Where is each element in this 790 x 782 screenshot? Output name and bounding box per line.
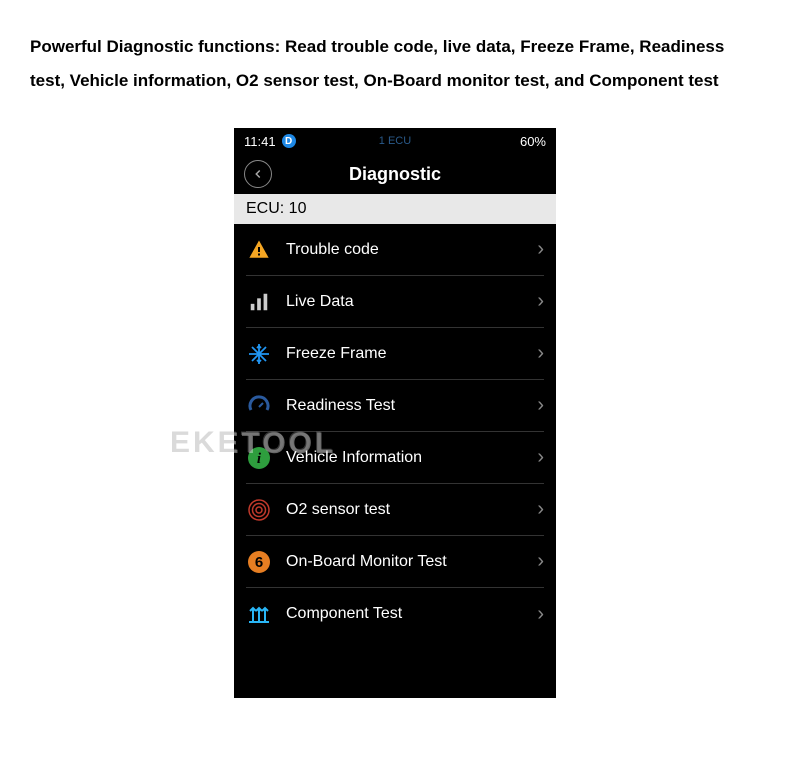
menu-item-freeze-frame[interactable]: Freeze Frame › [246,328,544,380]
menu-item-o2-sensor[interactable]: O2 sensor test › [246,484,544,536]
menu-label: Trouble code [286,241,523,259]
menu-item-live-data[interactable]: Live Data › [246,276,544,328]
chevron-right-icon: › [537,603,544,626]
menu-label: Vehicle Information [286,449,523,467]
info-icon: i [246,445,272,471]
section-header: ECU: 10 [234,194,556,224]
menu-label: Freeze Frame [286,345,523,363]
nav-bar: Diagnostic [234,154,556,194]
menu-item-readiness-test[interactable]: Readiness Test › [246,380,544,432]
menu-item-trouble-code[interactable]: Trouble code › [246,224,544,276]
svg-text:6: 6 [255,554,263,571]
status-battery: 60% [520,134,546,149]
nav-title: Diagnostic [349,164,441,185]
menu-label: Component Test [286,605,523,623]
six-icon: 6 [246,549,272,575]
bars-icon [246,289,272,315]
phone-frame: 11:41 D 1 ECU 60% Diagnostic ECU: 10 Tro… [234,128,556,698]
snowflake-icon [246,341,272,367]
chevron-right-icon: › [537,446,544,469]
chevron-right-icon: › [537,394,544,417]
menu-item-vehicle-info[interactable]: i Vehicle Information › [246,432,544,484]
menu-label: Readiness Test [286,397,523,415]
warning-icon [246,237,272,263]
gauge-icon [246,393,272,419]
target-icon [246,497,272,523]
menu-list: Trouble code › Live Data › Freeze Frame … [234,224,556,640]
description-text: Powerful Diagnostic functions: Read trou… [0,0,790,118]
chevron-right-icon: › [537,550,544,573]
status-indicator-icon: D [282,134,296,148]
status-center-text: 1 ECU [379,135,411,147]
back-button[interactable] [244,160,272,188]
status-time: 11:41 [244,134,276,149]
chevron-right-icon: › [537,290,544,313]
menu-label: O2 sensor test [286,501,523,519]
arrows-icon [246,601,272,627]
chevron-right-icon: › [537,498,544,521]
menu-label: Live Data [286,293,523,311]
status-bar: 11:41 D 1 ECU 60% [234,128,556,154]
chevron-right-icon: › [537,342,544,365]
menu-item-component-test[interactable]: Component Test › [246,588,544,640]
chevron-right-icon: › [537,238,544,261]
menu-label: On-Board Monitor Test [286,553,523,571]
arrow-left-icon [251,167,265,181]
menu-item-onboard-monitor[interactable]: 6 On-Board Monitor Test › [246,536,544,588]
